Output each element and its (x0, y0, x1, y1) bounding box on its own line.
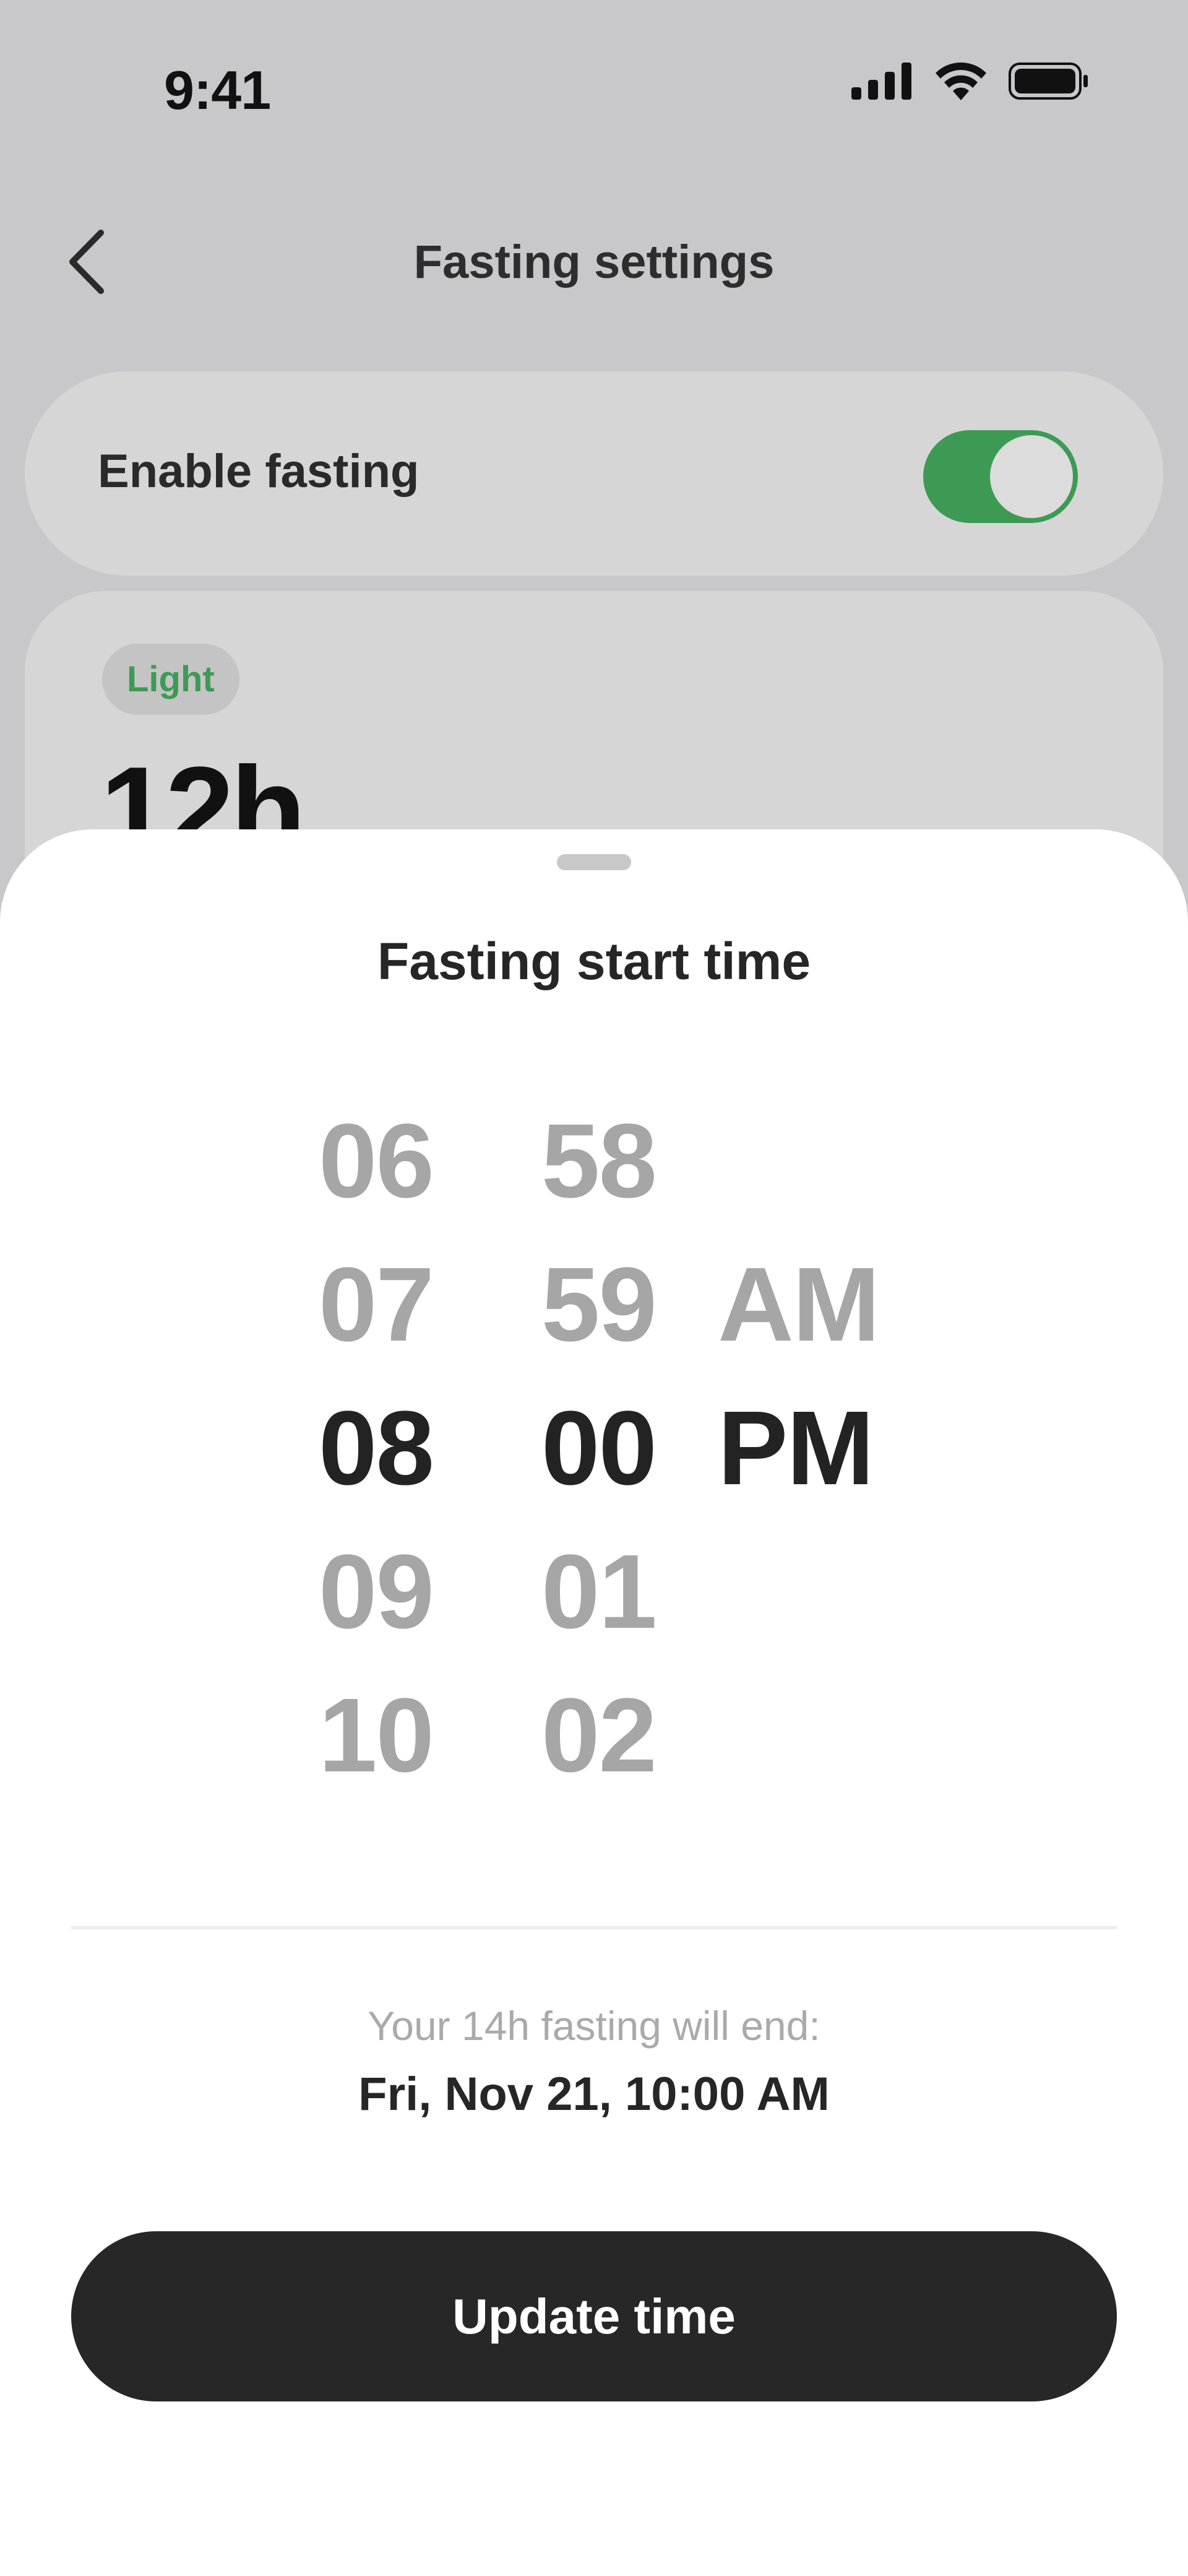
plan-level-badge: Light (102, 644, 239, 715)
hour-option[interactable]: 06 (319, 1089, 434, 1233)
cellular-signal-icon (851, 63, 913, 103)
minute-option[interactable]: 02 (541, 1664, 657, 1807)
minute-wheel[interactable]: 58 59 00 01 02 (495, 1089, 657, 1807)
enable-fasting-toggle[interactable] (923, 430, 1078, 523)
sheet-title: Fasting start time (377, 932, 811, 990)
fasting-end-caption: Your 14h fasting will end: (368, 2003, 820, 2049)
period-option[interactable]: AM (718, 1233, 880, 1377)
hour-option[interactable]: 09 (319, 1520, 434, 1664)
minute-option-selected[interactable]: 00 (541, 1377, 657, 1520)
fasting-end-time: Fri, Nov 21, 10:00 AM (358, 2068, 830, 2120)
enable-fasting-label: Enable fasting (98, 445, 420, 498)
period-option-selected[interactable]: PM (718, 1377, 874, 1520)
wifi-icon (934, 62, 988, 103)
minute-option[interactable]: 01 (541, 1520, 657, 1664)
status-time: 9:41 (164, 59, 271, 121)
nav-bar: Fasting settings (0, 204, 1188, 322)
minute-option[interactable]: 58 (541, 1089, 657, 1233)
hour-wheel[interactable]: 06 07 08 09 10 (266, 1089, 434, 1807)
start-time-sheet: Fasting start time 06 07 08 09 10 58 59 … (0, 829, 1188, 2576)
hour-option[interactable]: 10 (319, 1664, 434, 1807)
minute-option[interactable]: 59 (541, 1233, 657, 1377)
status-icons (851, 62, 1089, 103)
period-wheel[interactable]: ​ AM PM (718, 1089, 928, 1520)
enable-fasting-card: Enable fasting (25, 371, 1163, 576)
time-picker[interactable]: 06 07 08 09 10 58 59 00 01 02 ​ AM PM (0, 1089, 1188, 1857)
update-time-button[interactable]: Update time (71, 2231, 1117, 2401)
divider (71, 1926, 1117, 1929)
toggle-knob (990, 435, 1073, 518)
hour-option-selected[interactable]: 08 (319, 1377, 434, 1520)
battery-icon (1009, 63, 1089, 103)
page-title: Fasting settings (413, 236, 775, 288)
hour-option[interactable]: 07 (319, 1233, 434, 1377)
sheet-grabber[interactable] (557, 854, 631, 870)
status-bar: 9:41 (0, 0, 1188, 173)
